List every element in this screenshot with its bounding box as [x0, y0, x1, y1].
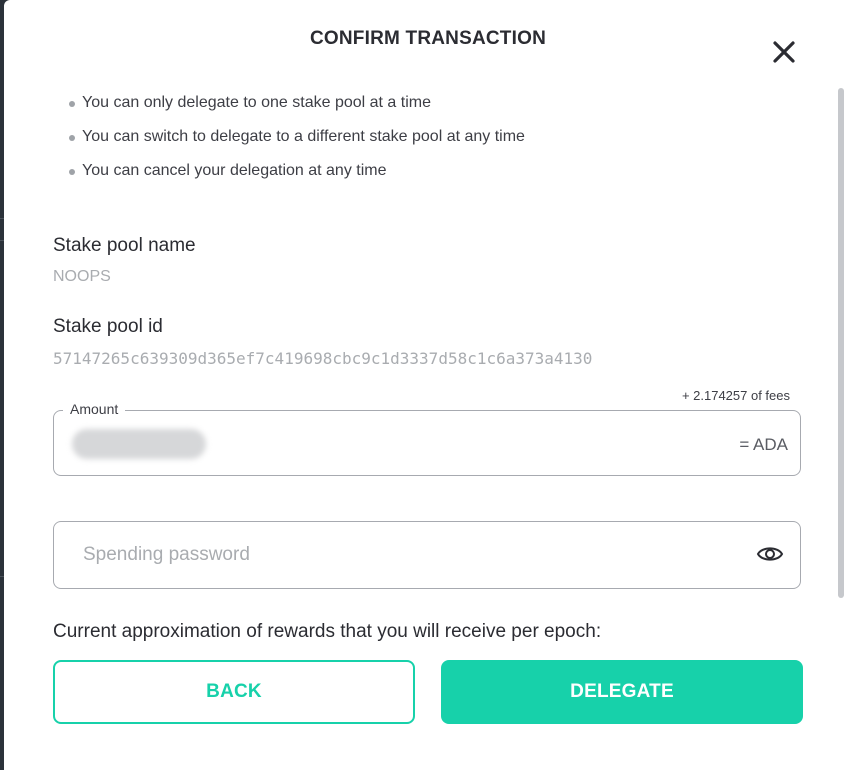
stake-pool-id-value: 57147265c639309d365ef7c419698cbc9c1d3337…	[53, 349, 593, 368]
info-text: You can cancel your delegation at any ti…	[82, 162, 387, 179]
list-item: You can only delegate to one stake pool …	[68, 92, 525, 126]
toggle-visibility-button[interactable]	[756, 542, 784, 566]
spending-password-field[interactable]	[53, 521, 801, 589]
rewards-text: Current approximation of rewards that yo…	[53, 621, 602, 642]
scrollbar[interactable]	[834, 88, 844, 600]
stake-pool-name-label: Stake pool name	[53, 235, 196, 256]
delegation-info-list: You can only delegate to one stake pool …	[68, 92, 525, 194]
close-icon	[773, 41, 795, 63]
eye-icon	[756, 547, 784, 561]
bullet-icon	[69, 169, 75, 175]
ada-suffix: = ADA	[739, 435, 788, 454]
stake-pool-id-label: Stake pool id	[53, 316, 163, 337]
amount-label: Amount	[63, 401, 126, 417]
amount-field[interactable]: Amount = ADA	[53, 401, 801, 476]
confirm-transaction-dialog: CONFIRM TRANSACTION You can only delegat…	[4, 0, 852, 770]
fees-text: + 2.174257 of fees	[681, 388, 790, 403]
list-item: You can switch to delegate to a differen…	[68, 126, 525, 160]
scrollbar-thumb[interactable]	[838, 88, 844, 598]
list-item: You can cancel your delegation at any ti…	[68, 160, 525, 194]
delegate-button[interactable]: DELEGATE	[441, 660, 803, 724]
dialog-title: CONFIRM TRANSACTION	[309, 28, 546, 49]
spending-password-input[interactable]	[81, 522, 725, 588]
bullet-icon	[69, 135, 75, 141]
stake-pool-name-value: NOOPS	[53, 268, 111, 285]
info-text: You can switch to delegate to a differen…	[82, 128, 525, 145]
bullet-icon	[69, 101, 75, 107]
close-button[interactable]	[768, 38, 798, 68]
back-button[interactable]: BACK	[53, 660, 415, 724]
redacted-amount-value	[72, 429, 206, 459]
info-text: You can only delegate to one stake pool …	[82, 94, 431, 111]
